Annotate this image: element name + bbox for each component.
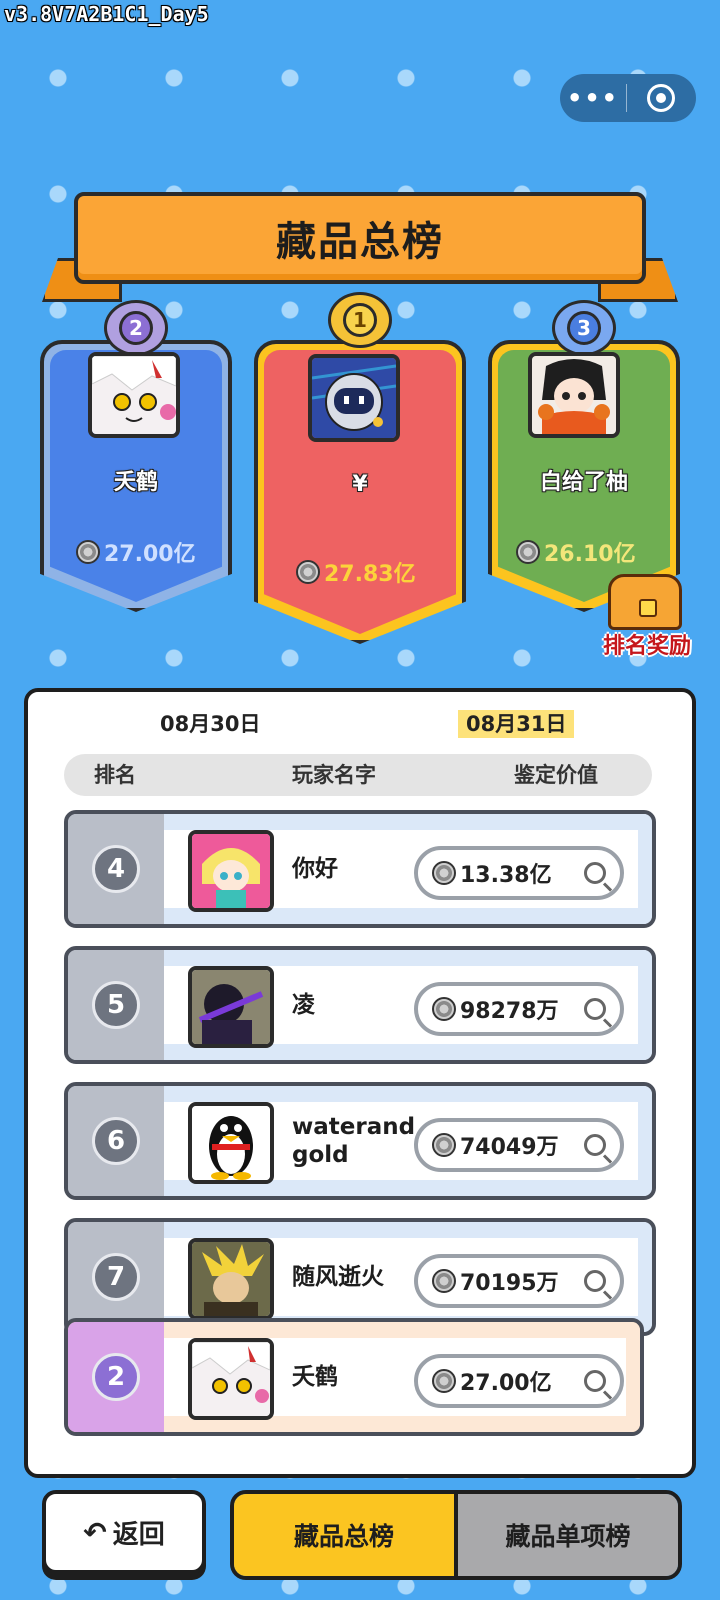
header-rank: 排名 xyxy=(94,763,136,787)
search-icon[interactable] xyxy=(584,1134,606,1156)
value-pill[interactable]: 74049万 xyxy=(414,1118,624,1172)
page-title: 藏品总榜 xyxy=(276,219,444,265)
player-name: 凌 xyxy=(292,992,315,1018)
search-icon[interactable] xyxy=(584,1370,606,1392)
rank-2-medal-icon: 2 xyxy=(104,300,168,356)
date-selector: 08月30日 08月31日 xyxy=(28,710,692,740)
avatar-third xyxy=(528,352,620,438)
table-row[interactable]: 5 凌 98278万 xyxy=(64,946,656,1064)
coin-icon xyxy=(76,540,100,564)
avatar xyxy=(188,830,274,912)
value-pill[interactable]: 98278万 xyxy=(414,982,624,1036)
table-row[interactable]: 6 waterand gold 74049万 xyxy=(64,1082,656,1200)
player-name: 夭鹤 xyxy=(292,1364,338,1390)
header-name: 玩家名字 xyxy=(292,763,376,787)
date-tab-0831[interactable]: 08月31日 xyxy=(458,710,575,738)
rank-3-medal-icon: 3 xyxy=(552,300,616,356)
version-label: v3.8V7A2B1C1_Day5 xyxy=(4,2,209,26)
ranking-reward-button[interactable]: 排名奖励 xyxy=(592,574,702,664)
avatar xyxy=(188,1102,274,1184)
date-tab-0830[interactable]: 08月30日 xyxy=(152,710,268,738)
back-arrow-icon: ↶ xyxy=(83,1515,107,1549)
value-pill[interactable]: 27.00亿 xyxy=(414,1354,624,1408)
tab-collection-total[interactable]: 藏品总榜 xyxy=(234,1494,458,1576)
avatar-first xyxy=(308,354,400,442)
podium-third-value: 26.10亿 xyxy=(516,536,636,568)
header-value: 鉴定价值 xyxy=(514,763,598,787)
rank-badge: 5 xyxy=(68,950,164,1060)
podium-first-value: 27.83亿 xyxy=(296,556,416,588)
title-ribbon: 藏品总榜 xyxy=(74,192,646,284)
search-icon[interactable] xyxy=(584,998,606,1020)
my-rank-row[interactable]: 2 夭鹤 27.00亿 xyxy=(64,1318,644,1436)
leaderboard-panel: 08月30日 08月31日 排名 玩家名字 鉴定价值 4 你好 13.38亿 5… xyxy=(24,688,696,1478)
avatar xyxy=(188,1238,274,1320)
search-icon[interactable] xyxy=(584,862,606,884)
podium-second-name: 夭鹤 xyxy=(113,470,158,495)
coin-icon xyxy=(432,997,456,1021)
podium-first-name: ¥ xyxy=(352,472,368,497)
coin-icon xyxy=(432,1133,456,1157)
podium-third-name: 白给了柚 xyxy=(539,470,628,495)
podium-second-value: 27.00亿 xyxy=(76,536,196,568)
treasure-chest-icon xyxy=(608,574,682,630)
search-icon[interactable] xyxy=(584,1270,606,1292)
back-button-label: 返回 xyxy=(112,1519,165,1550)
coin-icon xyxy=(516,540,540,564)
tab-collection-single[interactable]: 藏品单项榜 xyxy=(458,1494,678,1576)
avatar xyxy=(188,966,274,1048)
mini-program-capsule: ••• xyxy=(560,74,696,122)
back-button[interactable]: ↶ 返回 xyxy=(42,1490,206,1574)
ranking-reward-label: 排名奖励 xyxy=(602,634,691,659)
player-name: 随风逝火 xyxy=(292,1264,384,1290)
rank-badge: 6 xyxy=(68,1086,164,1196)
coin-icon xyxy=(432,861,456,885)
rank-1-medal-icon: 1 xyxy=(328,292,392,348)
value-pill[interactable]: 70195万 xyxy=(414,1254,624,1308)
value-pill[interactable]: 13.38亿 xyxy=(414,846,624,900)
player-name: 你好 xyxy=(292,856,338,882)
rank-badge: 4 xyxy=(68,814,164,924)
avatar-second xyxy=(88,352,180,438)
table-row[interactable]: 4 你好 13.38亿 xyxy=(64,810,656,928)
ranking-tabs: 藏品总榜 藏品单项榜 xyxy=(230,1490,682,1580)
player-name: waterand gold xyxy=(292,1114,416,1168)
more-menu-icon[interactable]: ••• xyxy=(560,74,626,122)
coin-icon xyxy=(296,560,320,584)
coin-icon xyxy=(432,1369,456,1393)
table-header: 排名 玩家名字 鉴定价值 xyxy=(64,754,652,796)
close-target-icon[interactable] xyxy=(627,84,695,112)
coin-icon xyxy=(432,1269,456,1293)
my-rank-medal-icon: 2 xyxy=(68,1322,164,1432)
rank-badge: 7 xyxy=(68,1222,164,1332)
avatar xyxy=(188,1338,274,1420)
